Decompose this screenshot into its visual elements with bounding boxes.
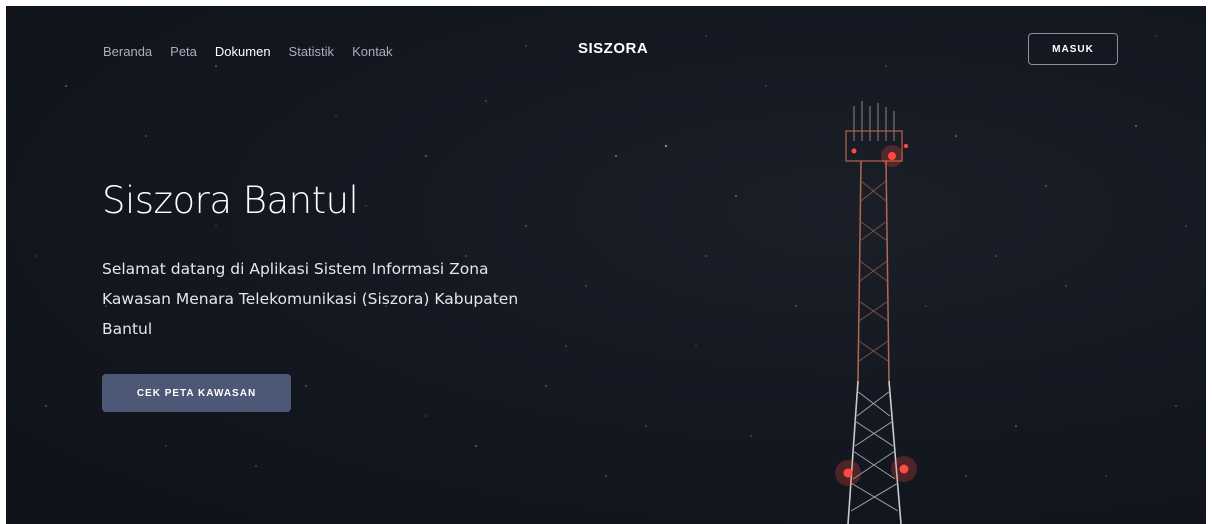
login-button[interactable]: MASUK <box>1028 33 1118 65</box>
nav-kontak[interactable]: Kontak <box>352 44 392 59</box>
hero-section: Beranda Peta Dokumen Statistik Kontak SI… <box>6 6 1206 524</box>
nav-peta[interactable]: Peta <box>170 44 197 59</box>
nav-statistik[interactable]: Statistik <box>289 44 335 59</box>
brand-logo[interactable]: SISZORA <box>578 40 648 57</box>
nav-beranda[interactable]: Beranda <box>103 44 152 59</box>
nav-dokumen[interactable]: Dokumen <box>215 44 271 59</box>
telecom-tower-image <box>835 101 917 524</box>
hero-description: Selamat datang di Aplikasi Sistem Inform… <box>102 260 519 338</box>
hero-title: Siszora Bantul <box>102 179 359 222</box>
check-map-button[interactable]: CEK PETA KAWASAN <box>102 374 291 412</box>
main-nav: Beranda Peta Dokumen Statistik Kontak <box>103 44 393 59</box>
